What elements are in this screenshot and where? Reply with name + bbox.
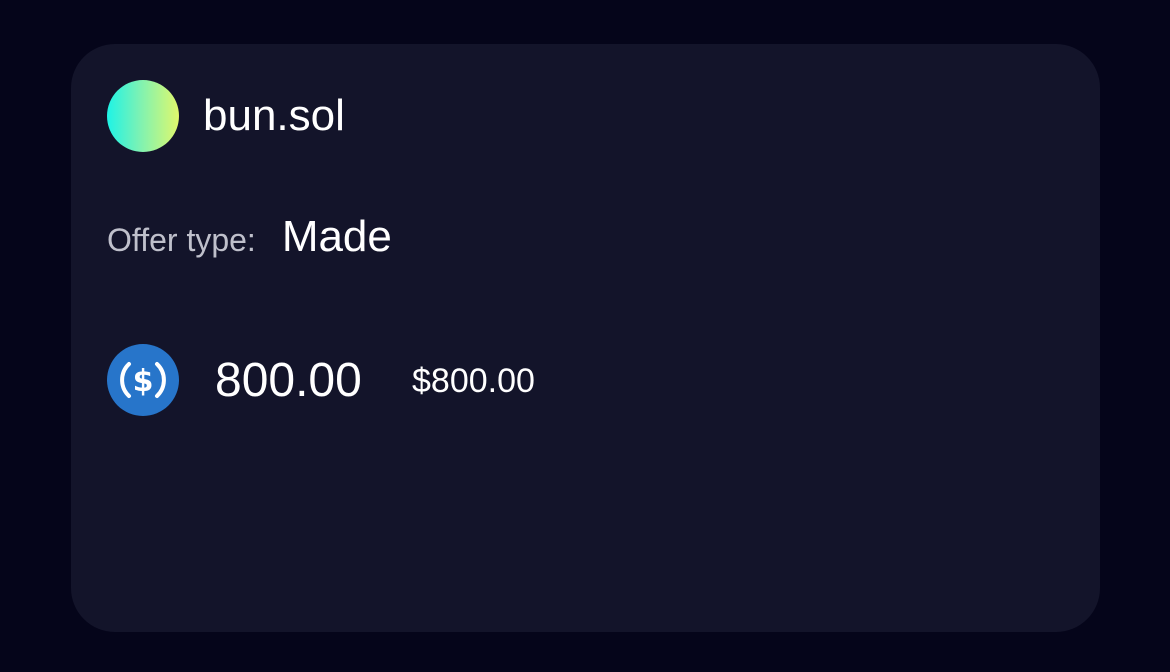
offer-type-row: Offer type: Made bbox=[107, 212, 392, 262]
svg-text:$: $ bbox=[133, 364, 154, 399]
username: bun.sol bbox=[203, 91, 345, 140]
offer-amount: 800.00 bbox=[215, 354, 362, 407]
user-avatar bbox=[107, 80, 179, 152]
offer-type-value: Made bbox=[281, 212, 392, 261]
offer-type-label: Offer type: bbox=[107, 222, 256, 258]
offer-fiat-value: $800.00 bbox=[412, 362, 535, 400]
offer-card: bun.sol Offer type: Made $ 800.00 $800.0… bbox=[71, 44, 1100, 632]
usdc-icon: $ bbox=[107, 344, 179, 416]
